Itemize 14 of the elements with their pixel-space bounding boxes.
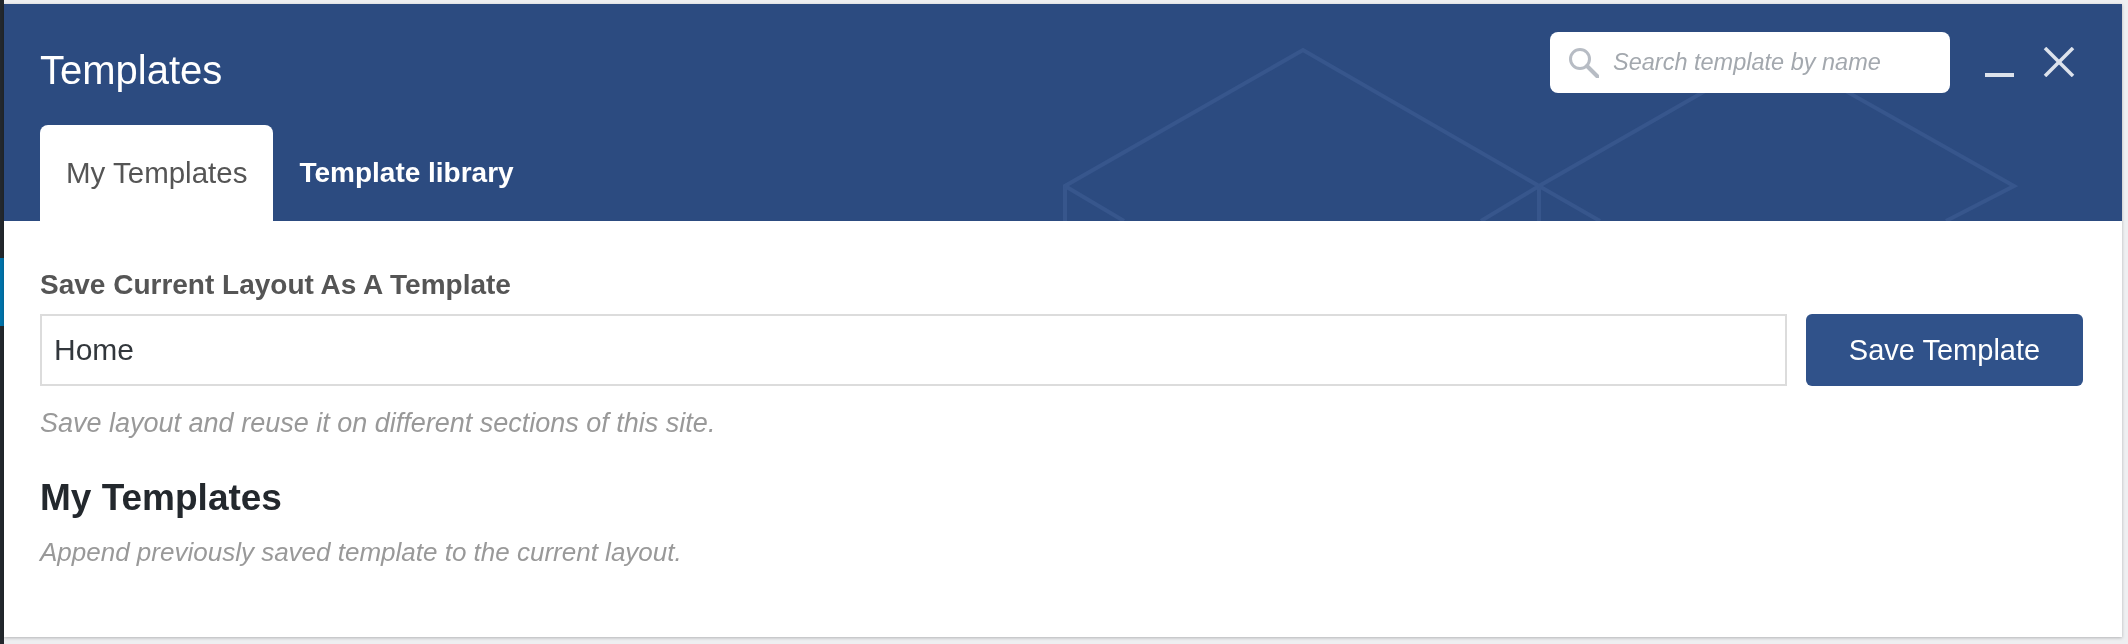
section-heading: My Templates xyxy=(40,476,283,520)
section-description: Append previously saved template to the current layout. xyxy=(40,536,683,569)
close-button[interactable] xyxy=(2043,47,2075,77)
field-label: Save Current Layout As A Template xyxy=(40,268,512,302)
save-template-button[interactable]: Save Template xyxy=(1806,314,2083,386)
input-field[interactable]: Home xyxy=(40,314,1787,386)
search-field[interactable]: Search template by name xyxy=(1550,32,1950,93)
close-icon xyxy=(2043,47,2075,77)
window-title: Templates xyxy=(40,47,223,94)
minimize-icon xyxy=(1985,73,2014,77)
tab[interactable]: Template library xyxy=(273,125,540,221)
tab[interactable]: My Templates xyxy=(40,125,274,221)
hint-text: Save layout and reuse it on different sections of this site. xyxy=(40,407,717,440)
search-icon xyxy=(1568,47,1599,78)
